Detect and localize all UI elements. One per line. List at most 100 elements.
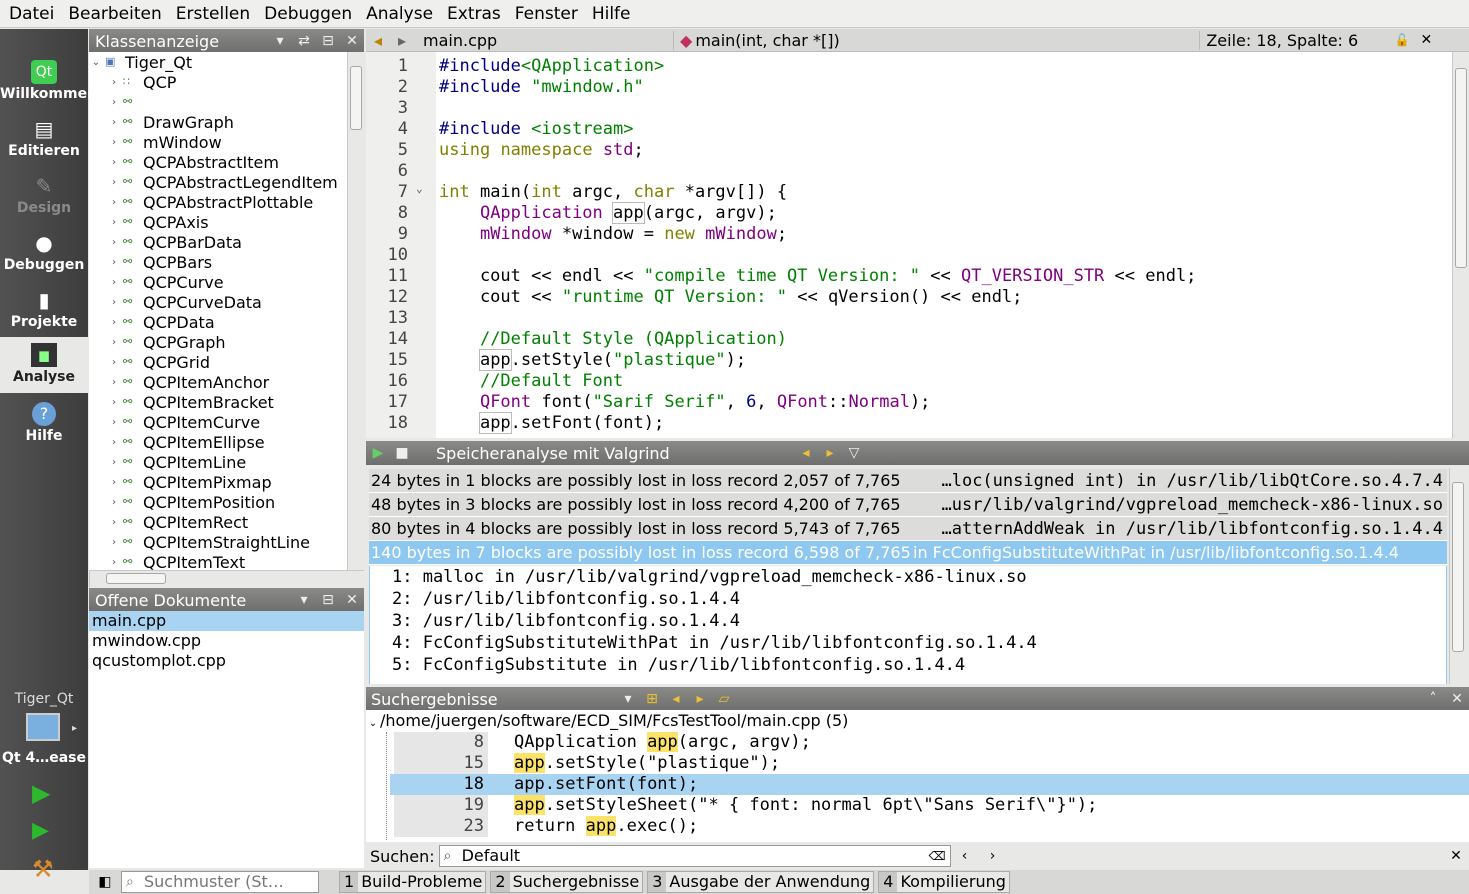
- class-tree-item[interactable]: › ⚯ QCPItemAnchor: [89, 372, 347, 392]
- output-pane-button[interactable]: 1 Build-Probleme: [339, 871, 487, 893]
- expand-arrow-icon[interactable]: ›: [107, 457, 121, 468]
- expand-arrow-icon[interactable]: ›: [107, 537, 121, 548]
- code-line[interactable]: 14 //Default Style (QApplication): [366, 329, 1452, 350]
- expand-arrow-icon[interactable]: ›: [107, 357, 121, 368]
- class-tree-item[interactable]: › ⚯ QCPAbstractItem: [89, 152, 347, 172]
- code-line[interactable]: 16 //Default Font: [366, 371, 1452, 392]
- class-tree-item[interactable]: › ⚯ QCPItemPosition: [89, 492, 347, 512]
- clear-icon[interactable]: ⌫: [929, 846, 946, 866]
- expand-icon[interactable]: ⊞: [640, 691, 664, 707]
- code-line[interactable]: 1 #include<QApplication>: [366, 56, 1452, 77]
- class-tree-item[interactable]: › ⚯ QCPItemStraightLine: [89, 532, 347, 552]
- toggle-sidebar-icon[interactable]: ◧: [89, 874, 121, 890]
- code-line[interactable]: 12 cout << "runtime QT Version: " << qVe…: [366, 287, 1452, 308]
- class-tree-item[interactable]: › ⚯ QCPItemRect: [89, 512, 347, 532]
- run-button[interactable]: ▶: [32, 779, 50, 807]
- code-line[interactable]: 6: [366, 161, 1452, 182]
- expand-arrow-icon[interactable]: ›: [107, 177, 121, 188]
- mode-debuggen[interactable]: ● Debuggen: [0, 225, 88, 281]
- dropdown-arrow-icon[interactable]: ▾: [292, 592, 316, 608]
- tree-root[interactable]: ⌄ ▣ Tiger_Qt: [89, 52, 347, 72]
- class-tree-scrollbar[interactable]: [347, 52, 364, 570]
- forward-arrow-icon[interactable]: ▸: [390, 31, 414, 50]
- code-line[interactable]: 13: [366, 308, 1452, 329]
- class-tree-item[interactable]: › ⚯ QCPItemText: [89, 552, 347, 571]
- output-pane-button[interactable]: 3 Ausgabe der Anwendung: [647, 871, 875, 893]
- menu-bearbeiten[interactable]: Bearbeiten: [61, 4, 168, 24]
- hscrollbar-thumb[interactable]: [106, 573, 166, 584]
- prev-arrow-icon[interactable]: ◂: [664, 691, 688, 707]
- code-line[interactable]: 11 cout << endl << "compile time QT Vers…: [366, 266, 1452, 287]
- close-icon[interactable]: ✕: [340, 592, 364, 608]
- class-tree-item[interactable]: › ⚯ QCPAbstractPlottable: [89, 192, 347, 212]
- stack-frame[interactable]: 5: FcConfigSubstitute in /usr/lib/libfon…: [370, 654, 1446, 676]
- class-tree-item[interactable]: › ⚯ QCPData: [89, 312, 347, 332]
- back-arrow-icon[interactable]: ◂: [366, 31, 390, 50]
- scrollbar-thumb[interactable]: [1452, 482, 1464, 652]
- expand-arrow-icon[interactable]: ›: [107, 277, 121, 288]
- class-tree-item[interactable]: › ⚯ mWindow: [89, 132, 347, 152]
- menu-datei[interactable]: Datei: [2, 4, 61, 24]
- dropdown-arrow-icon[interactable]: ▾: [268, 33, 292, 49]
- expand-arrow-icon[interactable]: ›: [107, 337, 121, 348]
- code-line[interactable]: 17 QFont font("Sarif Serif", 6, QFont::N…: [366, 392, 1452, 413]
- close-find-icon[interactable]: ✕: [1443, 848, 1469, 864]
- class-tree-item[interactable]: › ⚯ QCPBars: [89, 252, 347, 272]
- split-icon[interactable]: ⊟: [316, 592, 340, 608]
- code-editor[interactable]: 1 #include<QApplication> 2 #include "mwindo…: [366, 52, 1452, 438]
- mode-hilfe[interactable]: ? Hilfe: [0, 396, 88, 452]
- valgrind-error-row[interactable]: 48 bytes in 3 blocks are possibly lost i…: [369, 493, 1447, 517]
- start-analysis-icon[interactable]: ▶: [366, 445, 390, 461]
- close-icon[interactable]: ✕: [340, 33, 364, 49]
- class-tree-item[interactable]: › ⚯ QCPAxis: [89, 212, 347, 232]
- code-line[interactable]: 2 #include "mwindow.h": [366, 77, 1452, 98]
- menu-hilfe[interactable]: Hilfe: [585, 4, 638, 24]
- collapse-arrow-icon[interactable]: ⌄: [366, 718, 380, 729]
- editor-scrollbar[interactable]: [1452, 52, 1469, 438]
- code-line[interactable]: 15 app.setStyle("plastique");: [366, 349, 1452, 371]
- scrollbar-thumb[interactable]: [350, 66, 362, 130]
- class-tree-item[interactable]: › ⚯ QCPItemCurve: [89, 412, 347, 432]
- collapse-arrow-icon[interactable]: ⌄: [89, 57, 103, 68]
- symbol-selector[interactable]: main(int, char *[]): [692, 30, 1201, 50]
- open-folder-icon[interactable]: ▱: [712, 691, 736, 707]
- expand-arrow-icon[interactable]: ›: [107, 517, 121, 528]
- class-tree-item[interactable]: › ⚯ QCPBarData: [89, 232, 347, 252]
- mode-willkommen[interactable]: Qt Willkommen: [0, 54, 97, 110]
- output-pane-button[interactable]: 4 Kompilierung: [878, 871, 1010, 893]
- expand-arrow-icon[interactable]: ›: [107, 237, 121, 248]
- valgrind-error-row[interactable]: 140 bytes in 7 blocks are possibly lost …: [369, 541, 1447, 565]
- class-tree-item[interactable]: › ⚯ QCPCurveData: [89, 292, 347, 312]
- next-arrow-icon[interactable]: ▸: [818, 445, 842, 461]
- code-line[interactable]: 8 QApplication app(argc, argv);: [366, 202, 1452, 224]
- dropdown-arrow-icon[interactable]: ▾: [616, 691, 640, 707]
- open-doc-item[interactable]: qcustomplot.cpp: [89, 651, 364, 671]
- code-line[interactable]: 9 mWindow *window = new mWindow;: [366, 224, 1452, 245]
- code-line[interactable]: 18 app.setFont(font);: [366, 412, 1452, 434]
- find-prev-icon[interactable]: ‹: [951, 848, 979, 864]
- code-line[interactable]: 3: [366, 98, 1452, 119]
- open-doc-item[interactable]: main.cpp: [89, 611, 364, 631]
- class-tree-item[interactable]: › ⚯ QCPGrid: [89, 352, 347, 372]
- mode-projekte[interactable]: ▮ Projekte: [0, 282, 88, 338]
- search-result-row[interactable]: 19 app.setStyleSheet("* { font: normal 6p…: [390, 795, 1469, 816]
- class-tree-item[interactable]: › ⚯ QCPGraph: [89, 332, 347, 352]
- locator-input[interactable]: ⌕ Suchmuster (St…: [121, 871, 319, 893]
- class-tree-item[interactable]: › ∷ QCP: [89, 72, 347, 92]
- search-result-row[interactable]: 18 app.setFont(font);: [390, 774, 1469, 795]
- class-tree-item[interactable]: › ⚯ QCPAbstractLegendItem: [89, 172, 347, 192]
- class-tree-item[interactable]: › ⚯ DrawGraph: [89, 112, 347, 132]
- stack-frame[interactable]: 1: malloc in /usr/lib/valgrind/vgpreload…: [370, 566, 1446, 588]
- expand-arrow-icon[interactable]: ›: [107, 97, 121, 108]
- expand-arrow-icon[interactable]: ›: [107, 257, 121, 268]
- stack-frame[interactable]: 4: FcConfigSubstituteWithPat in /usr/lib…: [370, 632, 1446, 654]
- stop-icon[interactable]: ■: [390, 445, 414, 461]
- class-tree-item[interactable]: › ⚯ QCPItemBracket: [89, 392, 347, 412]
- maximize-icon[interactable]: ˄: [1421, 691, 1445, 707]
- mode-design[interactable]: ✎ Design: [0, 168, 88, 224]
- class-tree-item[interactable]: › ⚯ QCPCurve: [89, 272, 347, 292]
- stack-frame[interactable]: 2: /usr/lib/libfontconfig.so.1.4.4: [370, 588, 1446, 610]
- target-selector-icon[interactable]: [26, 713, 60, 741]
- class-tree-item[interactable]: › ⚯ QCPItemLine: [89, 452, 347, 472]
- class-tree-item[interactable]: › ⚯: [89, 92, 347, 112]
